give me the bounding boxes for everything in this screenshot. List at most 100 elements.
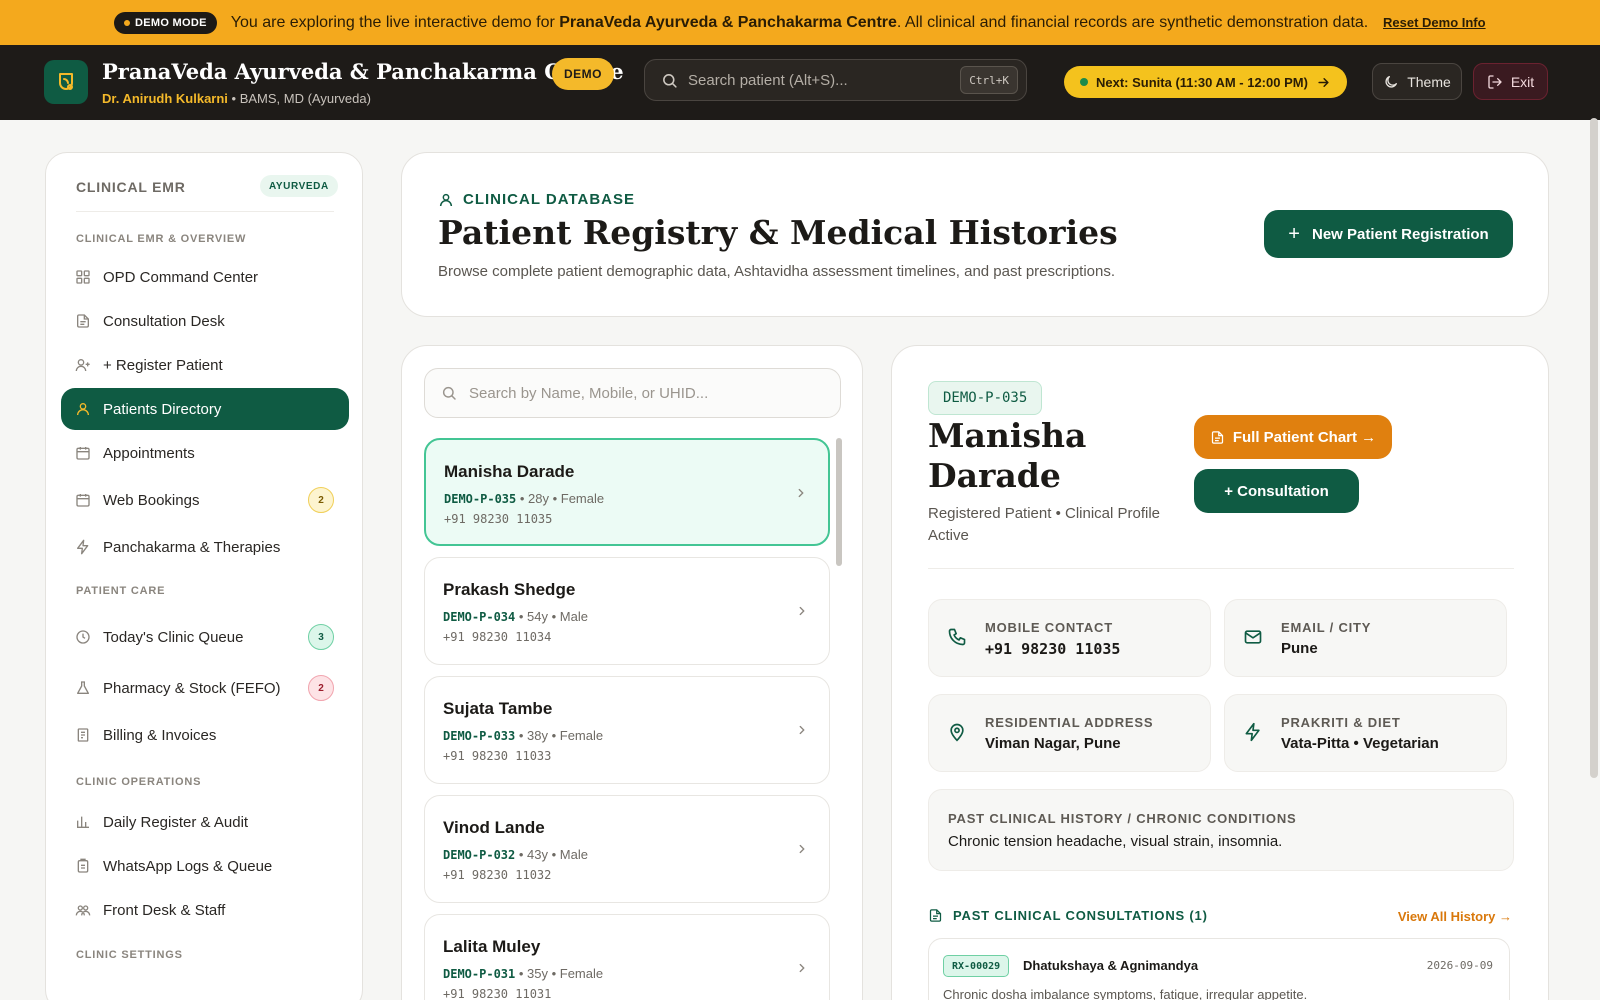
sidebar-item-whatsapp-logs[interactable]: WhatsApp Logs & Queue [61, 845, 349, 887]
user-icon [439, 193, 453, 206]
patient-phone: +91 98230 11031 [443, 987, 552, 1000]
patient-list-item[interactable]: Prakash Shedge DEMO-P-034 • 54y • Male +… [424, 557, 830, 665]
header-search-input[interactable]: Search patient (Alt+S)... Ctrl+K [644, 59, 1027, 101]
full-chart-label: Full Patient Chart → [1232, 428, 1377, 446]
team-icon [75, 905, 91, 916]
reset-demo-link[interactable]: Reset Demo Info [1383, 15, 1486, 30]
patient-uhid: DEMO-P-034 [443, 610, 516, 624]
patient-info: • 54y • Male [515, 609, 588, 624]
plus-icon: + [1288, 222, 1300, 245]
calendar-icon [76, 447, 90, 460]
phone-icon [948, 628, 966, 646]
sidebar-item-web-bookings[interactable]: Web Bookings 2 [61, 479, 349, 521]
sidebar-item-todays-clinic-queue[interactable]: Today's Clinic Queue 3 [61, 616, 349, 658]
patient-name: Lalita Muley [443, 937, 541, 956]
next-appointment-button[interactable]: Next: Sunita (11:30 AM - 12:00 PM) [1064, 66, 1347, 98]
sidebar-item-opd-command-center[interactable]: OPD Command Center [61, 256, 349, 298]
sidebar-item-label: Daily Register & Audit [103, 813, 249, 831]
detail-divider [928, 568, 1514, 569]
history-value: Chronic tension headache, visual strain,… [948, 833, 1283, 850]
sidebar-item-panchakarma-therapies[interactable]: Panchakarma & Therapies [61, 526, 349, 568]
view-all-history-link[interactable]: View All History → [1398, 909, 1512, 924]
patient-phone: +91 98230 11035 [444, 512, 553, 526]
list-scrollbar[interactable] [836, 438, 842, 566]
demo-banner: DEMO MODE You are exploring the live int… [0, 0, 1600, 45]
demo-badge: DEMO [552, 58, 614, 90]
patient-info: • 43y • Male [515, 847, 588, 862]
info-value: Viman Nagar, Pune [985, 735, 1121, 752]
patient-name: Manisha Darade [444, 462, 575, 481]
sidebar-item-label: OPD Command Center [103, 268, 259, 286]
banner-clinic-name: PranaVeda Ayurveda & Panchakarma Centre [559, 13, 897, 31]
patient-phone: +91 98230 11034 [443, 630, 552, 644]
patient-list-item[interactable]: Lalita Muley DEMO-P-031 • 35y • Female +… [424, 914, 830, 1000]
info-label: MOBILE CONTACT [985, 620, 1113, 635]
sidebar-item-label: Today's Clinic Queue [103, 628, 244, 646]
consultation-label: + Consultation [1224, 482, 1329, 500]
chevron-right-icon [799, 606, 805, 616]
patient-list-item[interactable]: Manisha Darade DEMO-P-035 • 28y • Female… [424, 438, 830, 546]
page-eyebrow-text: CLINICAL DATABASE [463, 191, 635, 208]
patient-uhid: DEMO-P-032 [443, 848, 516, 862]
patient-uhid: DEMO-P-035 [444, 492, 517, 506]
page-scrollbar[interactable] [1590, 118, 1598, 778]
moon-icon [1385, 75, 1398, 88]
patient-uhid: DEMO-P-031 [443, 967, 516, 981]
full-patient-chart-button[interactable]: Full Patient Chart → [1194, 415, 1392, 459]
chevron-right-icon [798, 488, 804, 498]
status-dot-icon [124, 19, 130, 26]
info-label: EMAIL / CITY [1281, 620, 1372, 635]
patient-last-name: Darade [928, 456, 1061, 495]
sidebar-item-label: + Register Patient [103, 356, 223, 374]
patient-info: • 35y • Female [515, 966, 604, 981]
calendar-icon [76, 494, 90, 507]
patient-info: • 28y • Female [516, 491, 605, 506]
arrow-right-icon [1318, 77, 1329, 87]
past-consultations-title: PAST CLINICAL CONSULTATIONS (1) [953, 908, 1208, 923]
location-pin-icon [950, 723, 964, 742]
sidebar-item-pharmacy-stock[interactable]: Pharmacy & Stock (FEFO) 2 [61, 667, 349, 709]
flask-icon [77, 681, 89, 694]
sidebar-item-label: Panchakarma & Therapies [103, 538, 281, 556]
doctor-info: Dr. Anirudh Kulkarni • BAMS, MD (Ayurved… [102, 91, 371, 106]
sidebar-item-label: Front Desk & Staff [103, 901, 226, 919]
bolt-icon [1245, 722, 1260, 742]
patient-list-item[interactable]: Sujata Tambe DEMO-P-033 • 38y • Female +… [424, 676, 830, 784]
sidebar-item-label: WhatsApp Logs & Queue [103, 857, 273, 875]
banner-text: You are exploring the live interactive d… [231, 14, 1368, 32]
exit-button[interactable]: Exit [1473, 63, 1548, 100]
sidebar-item-billing-invoices[interactable]: Billing & Invoices [61, 714, 349, 756]
prakriti-diet-card: PRAKRITI & DIET Vata-Pitta • Vegetarian [1224, 694, 1507, 772]
sidebar-item-register-patient[interactable]: + Register Patient [61, 344, 349, 386]
consultation-record[interactable]: RX-00029 Dhatukshaya & Agnimandya 2026-0… [928, 938, 1510, 1000]
residential-address-card: RESIDENTIAL ADDRESS Viman Nagar, Pune [928, 694, 1211, 772]
sidebar-item-consultation-desk[interactable]: Consultation Desk [61, 300, 349, 342]
patient-list-panel: Search by Name, Mobile, or UHID... Manis… [401, 345, 863, 1000]
clipboard-icon [77, 858, 89, 873]
patient-list-item[interactable]: Vinod Lande DEMO-P-032 • 43y • Male +91 … [424, 795, 830, 903]
clinic-logo[interactable] [44, 60, 88, 104]
sidebar-item-appointments[interactable]: Appointments [61, 432, 349, 474]
patient-status: Registered Patient • Clinical Profile Ac… [928, 505, 1161, 544]
demo-mode-pill: DEMO MODE [114, 11, 217, 34]
mail-icon [1244, 630, 1262, 644]
new-patient-registration-button[interactable]: + New Patient Registration [1264, 210, 1513, 258]
patient-meta: DEMO-P-031 • 35y • Female [443, 966, 603, 981]
logout-icon [1488, 74, 1502, 89]
sidebar-item-daily-register-audit[interactable]: Daily Register & Audit [61, 801, 349, 843]
doctor-degree: BAMS, MD (Ayurveda) [239, 91, 371, 106]
history-label: PAST CLINICAL HISTORY / CHRONIC CONDITIO… [948, 811, 1297, 826]
sidebar-item-patients-directory[interactable]: Patients Directory [61, 388, 349, 430]
patient-meta: DEMO-P-033 • 38y • Female [443, 728, 603, 743]
patient-info: • 38y • Female [515, 728, 604, 743]
patient-search-input[interactable]: Search by Name, Mobile, or UHID... [424, 368, 841, 418]
mobile-contact-card: MOBILE CONTACT +91 98230 11035 [928, 599, 1211, 677]
new-consultation-button[interactable]: + Consultation [1194, 469, 1359, 513]
sidebar-item-label: Billing & Invoices [103, 726, 217, 744]
document-icon [929, 909, 942, 922]
theme-toggle-button[interactable]: Theme [1372, 63, 1462, 100]
next-appointment-text: Next: Sunita (11:30 AM - 12:00 PM) [1096, 75, 1308, 90]
sidebar-item-front-desk-staff[interactable]: Front Desk & Staff [61, 889, 349, 931]
patient-name: Vinod Lande [443, 818, 545, 837]
patient-name: Prakash Shedge [443, 580, 576, 599]
